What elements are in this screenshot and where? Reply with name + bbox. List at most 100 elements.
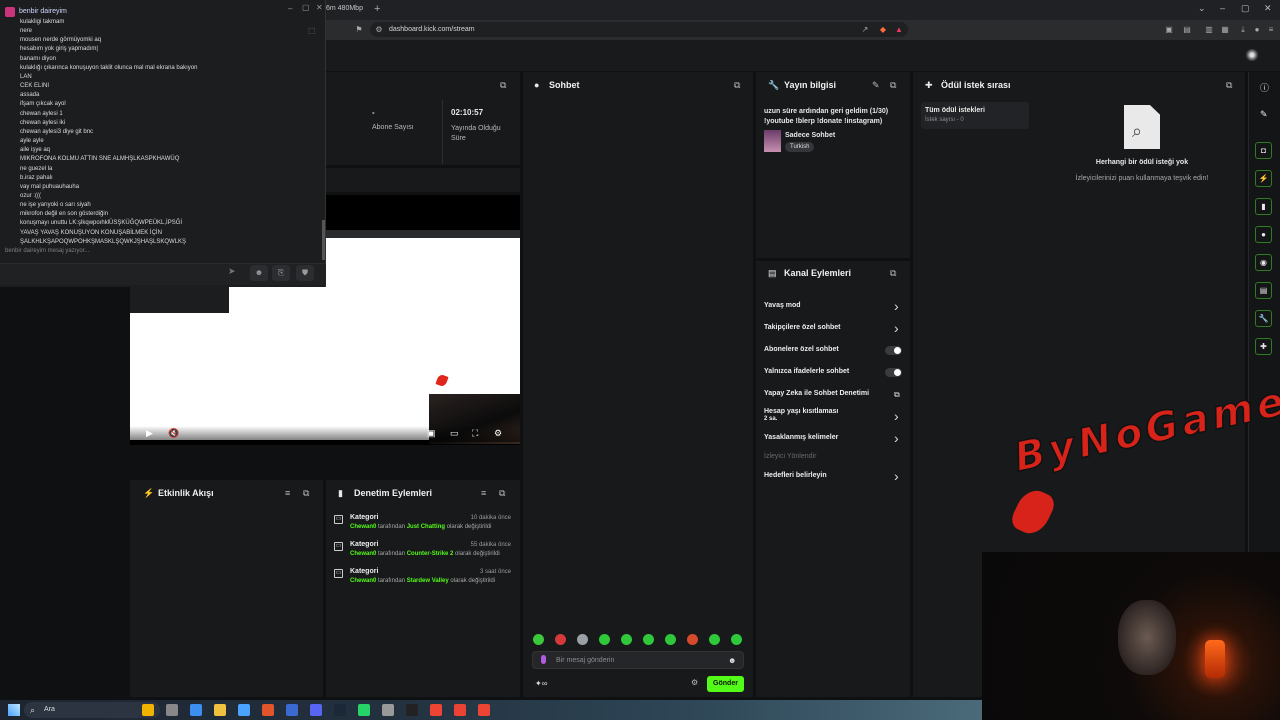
widget-button-rewards[interactable]: ✚ bbox=[1255, 338, 1272, 355]
info-popout-icon[interactable]: ⧉ bbox=[890, 80, 896, 91]
activity-popout-icon[interactable]: ⧉ bbox=[303, 488, 309, 499]
taskbar-app-icon[interactable] bbox=[334, 704, 346, 716]
popup-send-icon[interactable]: ➤ bbox=[228, 266, 236, 277]
taskbar-app-icon[interactable] bbox=[310, 704, 322, 716]
emote-icon[interactable] bbox=[731, 634, 742, 645]
info-icon[interactable]: ⓘ bbox=[1260, 81, 1269, 94]
url-text[interactable]: dashboard.kick.com/stream bbox=[389, 26, 475, 33]
share-icon[interactable]: ↗ bbox=[860, 25, 870, 35]
popup-scrollbar[interactable] bbox=[322, 220, 325, 260]
actions-popout-icon[interactable]: ⧉ bbox=[890, 268, 896, 279]
mic-icon[interactable] bbox=[541, 655, 546, 664]
chat-settings-icon[interactable]: ⚙ bbox=[691, 678, 698, 687]
fullscreen-icon[interactable]: ⛶ bbox=[472, 428, 478, 439]
channel-action-label[interactable]: Takipçilere özel sohbet bbox=[764, 324, 841, 331]
mod-filter-icon[interactable]: ≡ bbox=[481, 488, 486, 498]
pencil-icon[interactable]: ✎ bbox=[1260, 109, 1268, 120]
settings-icon[interactable]: ⚙ bbox=[494, 428, 502, 439]
emote-icon[interactable] bbox=[555, 634, 566, 645]
widget-button-broadcast[interactable]: ◉ bbox=[1255, 254, 1272, 271]
taskbar-app-icon[interactable] bbox=[142, 704, 154, 716]
popup-attach-icon[interactable]: ⎘ bbox=[272, 265, 290, 281]
downloads-icon[interactable]: ⤓ bbox=[1238, 25, 1248, 35]
emoji-picker-icon[interactable]: ☻ bbox=[728, 656, 736, 665]
toggle-switch[interactable] bbox=[885, 346, 902, 355]
popup-minimize-button[interactable]: – bbox=[288, 4, 292, 13]
taskbar-app-icon[interactable] bbox=[454, 704, 466, 716]
sidebar-icon[interactable]: ▥ bbox=[1204, 25, 1214, 35]
popup-emoji-icon[interactable]: ☻ bbox=[250, 265, 268, 281]
new-tab-button[interactable]: + bbox=[374, 3, 380, 15]
emote-icon[interactable] bbox=[599, 634, 610, 645]
wallet-icon[interactable]: ▦ bbox=[1220, 25, 1230, 35]
channel-points-icon[interactable]: ✦∞ bbox=[535, 679, 547, 688]
taskbar-app-icon[interactable] bbox=[358, 704, 370, 716]
reader-icon[interactable]: ▤ bbox=[1182, 25, 1192, 35]
bookmark-icon[interactable]: ⚑ bbox=[354, 25, 364, 35]
chevron-right-icon[interactable]: › bbox=[894, 321, 899, 335]
mod-popout-icon[interactable]: ⧉ bbox=[499, 488, 505, 499]
filter-icon[interactable]: ≡ bbox=[285, 488, 290, 498]
reward-popout-icon[interactable]: ⧉ bbox=[1226, 80, 1232, 91]
chevron-right-icon[interactable]: › bbox=[894, 469, 899, 483]
chevron-right-icon[interactable]: › bbox=[894, 409, 899, 423]
widget-button-list[interactable]: ▤ bbox=[1255, 282, 1272, 299]
emote-icon[interactable] bbox=[643, 634, 654, 645]
emote-icon[interactable] bbox=[621, 634, 632, 645]
taskbar-app-icon[interactable] bbox=[262, 704, 274, 716]
taskbar-app-icon[interactable] bbox=[238, 704, 250, 716]
taskbar-app-icon[interactable] bbox=[430, 704, 442, 716]
extensions-icon[interactable]: ▣ bbox=[1164, 25, 1174, 35]
edit-icon[interactable]: ✎ bbox=[872, 80, 880, 91]
popup-shield-icon[interactable]: ⛊ bbox=[296, 265, 314, 281]
brave-rewards-icon[interactable]: ▲ bbox=[894, 25, 904, 35]
chevron-right-icon[interactable]: › bbox=[894, 431, 899, 445]
taskbar-app-icon[interactable] bbox=[406, 704, 418, 716]
emote-icon[interactable] bbox=[577, 634, 588, 645]
miniplayer-icon[interactable]: ▣ bbox=[427, 428, 436, 439]
play-icon[interactable]: ▶ bbox=[146, 428, 153, 439]
channel-action-label[interactable]: Yalnızca ifadelerle sohbet bbox=[764, 368, 849, 375]
popup-close-button[interactable]: ✕ bbox=[316, 3, 323, 12]
emote-icon[interactable] bbox=[709, 634, 720, 645]
minimize-button[interactable]: – bbox=[1220, 3, 1225, 13]
emote-icon[interactable] bbox=[665, 634, 676, 645]
emote-icon[interactable] bbox=[687, 634, 698, 645]
taskbar-app-icon[interactable] bbox=[382, 704, 394, 716]
taskbar-app-icon[interactable] bbox=[478, 704, 490, 716]
close-window-button[interactable]: ✕ bbox=[1264, 3, 1272, 14]
taskbar-app-icon[interactable] bbox=[286, 704, 298, 716]
channel-action-label[interactable]: Abonelere özel sohbet bbox=[764, 346, 839, 353]
start-button[interactable] bbox=[8, 704, 20, 716]
brave-shield-icon[interactable]: ◆ bbox=[878, 25, 888, 35]
taskbar-app-icon[interactable] bbox=[166, 704, 178, 716]
popup-maximize-button[interactable]: ▢ bbox=[302, 3, 310, 12]
channel-action-label[interactable]: Yapay Zeka ile Sohbet Denetimi bbox=[764, 390, 869, 397]
widget-button-wrench[interactable]: 🔧 bbox=[1255, 310, 1272, 327]
theater-icon[interactable]: ▭ bbox=[450, 428, 459, 439]
popout-icon[interactable]: ⧉ bbox=[500, 80, 506, 91]
send-button[interactable]: Gönder bbox=[707, 676, 744, 692]
channel-action-label[interactable]: Yasaklanmış kelimeler bbox=[764, 434, 838, 441]
widget-button-clipboard[interactable]: ▮ bbox=[1255, 198, 1272, 215]
menu-icon[interactable]: ≡ bbox=[1266, 25, 1276, 35]
taskbar-app-icon[interactable] bbox=[190, 704, 202, 716]
emote-icon[interactable] bbox=[533, 634, 544, 645]
browser-tab-title[interactable]: 6m 480Mbp bbox=[326, 5, 363, 12]
taskbar-app-icon[interactable] bbox=[214, 704, 226, 716]
stream-category[interactable]: Sadece Sohbet bbox=[785, 132, 835, 139]
restore-button[interactable]: ▢ bbox=[1241, 3, 1250, 14]
site-info-icon[interactable]: ⚙ bbox=[374, 25, 384, 35]
mute-icon[interactable]: 🔇 bbox=[168, 428, 179, 439]
widget-button-webcam[interactable]: ◘ bbox=[1255, 142, 1272, 159]
widget-button-chat[interactable]: ● bbox=[1255, 226, 1272, 243]
chat-popout-icon[interactable]: ⧉ bbox=[734, 80, 740, 91]
external-link-icon[interactable]: ⧉ bbox=[894, 390, 900, 400]
channel-action-label[interactable]: Hedefleri belirleyin bbox=[764, 472, 827, 479]
widget-button-lightning[interactable]: ⚡ bbox=[1255, 170, 1272, 187]
user-avatar[interactable] bbox=[1246, 49, 1258, 61]
toggle-switch[interactable] bbox=[885, 368, 902, 377]
channel-action-label[interactable]: Yavaş mod bbox=[764, 302, 801, 309]
profile-icon[interactable]: ● bbox=[1252, 25, 1262, 35]
chevron-right-icon[interactable]: › bbox=[894, 299, 899, 313]
